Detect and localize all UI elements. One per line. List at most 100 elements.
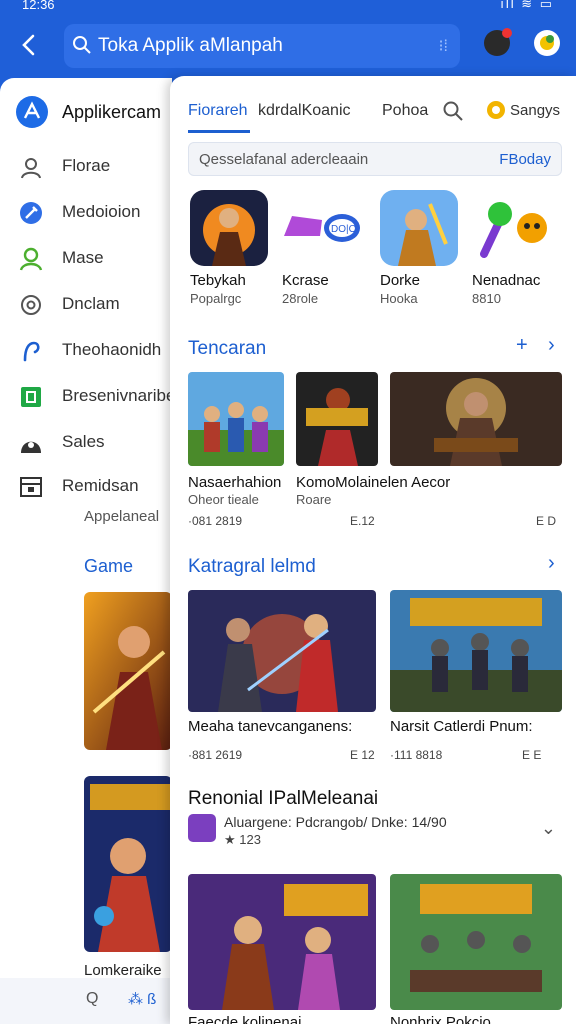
add-icon[interactable]: + — [516, 334, 528, 357]
app-tile[interactable]: DO|O Kcrase 28role — [282, 190, 364, 306]
filter-placeholder: Qesselafanal adercleaain — [199, 151, 369, 168]
drawer-item-theohaonidh[interactable]: Theohaonidh — [18, 332, 172, 368]
app-icon — [380, 190, 458, 266]
card-title: Meaha tanevcanganens: — [188, 718, 353, 735]
recommended-card-image[interactable] — [188, 372, 284, 466]
drawer-item-sales[interactable]: Sales — [18, 424, 172, 460]
card-meta: E.12 — [350, 514, 375, 528]
app-subtitle: Hooka — [380, 291, 418, 306]
card-meta: E E — [522, 748, 542, 762]
status-icons: ıll ≋ ▭ — [500, 0, 554, 11]
profile-avatar-icon[interactable] — [534, 30, 560, 56]
category-card-image[interactable] — [390, 590, 562, 712]
card-meta: ·081 2819 — [188, 514, 243, 528]
notification-icon[interactable] — [484, 28, 512, 56]
drawer-item-dnclam[interactable]: Dnclam — [18, 286, 172, 322]
drawer-bottom-bar: Q ⁂ ß — [0, 978, 172, 1024]
tab-kdrdalkoanic[interactable]: kdrdalKoanic — [258, 102, 351, 120]
drawer-item-label: Medoioion — [62, 202, 141, 221]
card-subtitle: Roare — [296, 492, 332, 507]
frame-icon — [21, 387, 41, 407]
app-title: Kcrase — [282, 272, 329, 289]
sales-icon — [21, 441, 41, 453]
drawer-item-label: Sales — [62, 432, 105, 451]
app-tile[interactable]: Nenadnac 8810 — [472, 190, 554, 306]
card-title: Nasaerhahion — [188, 474, 282, 491]
section-title-category: Katragral lelmd — [188, 556, 316, 577]
drawer-item-label: Florae — [62, 156, 111, 175]
drawer-item-label: Dnclam — [62, 294, 120, 313]
brand-name: Applikercam — [62, 102, 162, 122]
chevron-right-icon[interactable]: › — [548, 552, 555, 575]
app-icon — [472, 190, 550, 266]
section-title-featured: Renonial IPalMeleanai — [188, 788, 379, 809]
navigation-drawer: Applikercam Florae Medoioion Mase Dnclam… — [0, 78, 176, 1024]
bottom-card-image[interactable] — [390, 874, 562, 1010]
drawer-item-label: Theohaonidh — [62, 340, 162, 359]
drawer-item-medoioion[interactable]: Medoioion — [18, 194, 172, 230]
featured-description: Aluargene: Pdcrangob/ Dnke: 14/90 — [224, 814, 447, 830]
app-subtitle: Popalrgc — [190, 291, 242, 306]
store-sheet: Fiorareh kdrdalKoanic Pohoa Sangys Qesse… — [170, 76, 576, 1024]
tab-pohoa[interactable]: Pohoa — [382, 102, 428, 120]
featured-thumb — [188, 814, 216, 842]
app-title: Dorke — [380, 272, 421, 289]
featured-rating: ★ 123 — [224, 832, 261, 847]
app-title: Tebykah — [190, 272, 246, 289]
card-meta: ·111 8818 — [390, 748, 443, 762]
hook-icon — [23, 341, 40, 362]
tab-fiorareh[interactable]: Fiorareh — [188, 102, 248, 120]
drawer-sub-label: Appelaneal — [84, 508, 160, 525]
search-query[interactable]: Toka Applik aMlanpah — [98, 35, 283, 57]
filter-search[interactable]: Qesselafanal adercleaain FBoday — [188, 142, 562, 176]
featured-list-item[interactable]: Aluargene: Pdcrangob/ Dnke: 14/90 ★ 123 … — [188, 814, 562, 858]
notification-dot — [502, 28, 512, 38]
drawer-search-icon[interactable]: Q — [86, 990, 98, 1008]
app-tile[interactable]: Tebykah Popalrgc — [190, 190, 272, 306]
drawer-game-thumb-2[interactable] — [84, 776, 172, 952]
gear-icon[interactable] — [484, 98, 508, 122]
settings-icon — [21, 295, 41, 315]
tab-bar: Fiorareh kdrdalKoanic Pohoa Sangys — [170, 94, 576, 134]
bottom-card-image[interactable] — [188, 874, 376, 1010]
drawer-game-heading[interactable]: Game — [84, 556, 133, 577]
drawer-footer-label: Lomkeraike — [84, 962, 162, 979]
card-subtitle: Oheor tieale — [188, 492, 259, 507]
chevron-down-icon[interactable]: ⌄ — [541, 818, 556, 839]
drawer-item-remidsan[interactable]: Remidsan — [18, 468, 172, 504]
card-meta: ·881 2619 — [188, 748, 243, 762]
filter-action[interactable]: FBoday — [499, 151, 551, 168]
drawer-item-bresenivnaribe[interactable]: Bresenivnaribe — [18, 378, 176, 414]
card-title: Narsit Catlerdi Pnum: — [390, 718, 533, 735]
card-meta: E 12 — [350, 748, 375, 762]
drawer-item-label: Remidsan — [62, 476, 139, 495]
app-subtitle: 8810 — [472, 291, 501, 306]
drawer-game-thumb-1[interactable] — [84, 592, 172, 750]
recommended-card-image[interactable] — [390, 372, 562, 466]
card-meta: E D — [536, 514, 557, 528]
search-icon — [73, 36, 91, 54]
search-icon[interactable] — [442, 100, 464, 122]
app-subtitle: 28role — [282, 291, 319, 306]
category-card-image[interactable] — [188, 590, 376, 712]
card-title: Faecde kolinenai — [188, 1014, 302, 1024]
card-title: Nonbrix Pokcio — [390, 1014, 491, 1024]
recommended-card-image[interactable] — [296, 372, 378, 466]
app-title: Nenadnac — [472, 272, 541, 289]
status-time: 12:36 — [22, 0, 55, 12]
voice-icon[interactable]: ⁝⁞ — [438, 36, 448, 56]
app-tile[interactable]: Dorke Hooka — [380, 190, 462, 306]
back-arrow-icon[interactable] — [16, 32, 42, 58]
active-tab-indicator — [188, 130, 250, 133]
card-title: KomoMolainelen Aecor — [296, 474, 451, 491]
app-icon — [190, 190, 268, 266]
search-bar[interactable]: Toka Applik aMlanpah ⁝⁞ — [64, 24, 460, 68]
drawer-item-mase[interactable]: Mase — [18, 240, 172, 276]
drawer-item-florae[interactable]: Florae — [18, 148, 172, 184]
drawer-apps-icon[interactable]: ⁂ ß — [128, 990, 156, 1008]
drawer-item-label: Mase — [62, 248, 104, 267]
settings-label[interactable]: Sangys — [510, 102, 560, 119]
person-icon — [19, 247, 43, 271]
drawer-item-label: Bresenivnaribe — [62, 386, 176, 405]
chevron-right-icon[interactable]: › — [548, 334, 555, 357]
